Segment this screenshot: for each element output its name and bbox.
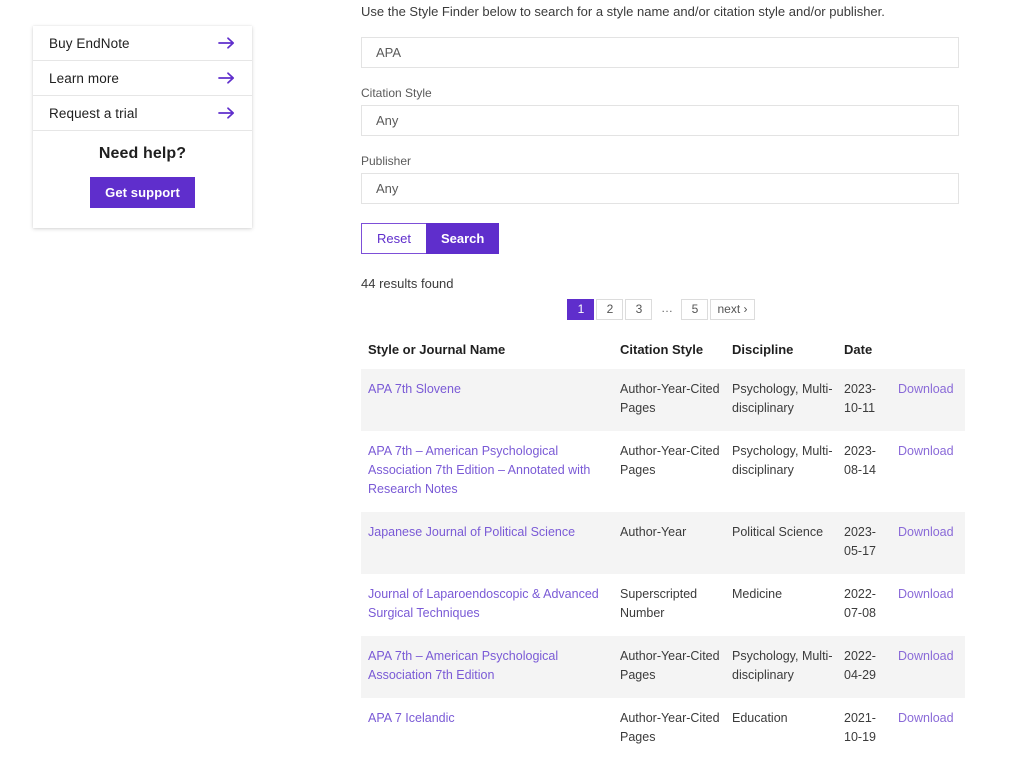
promo-link-label: Request a trial <box>49 106 138 121</box>
promo-link-label: Learn more <box>49 71 119 86</box>
cell-citation-style: Author-Year-Cited Pages <box>620 369 732 431</box>
cell-date: 2023-05-17 <box>844 512 898 574</box>
column-header-style-name: Style or Journal Name <box>361 342 620 369</box>
cell-discipline: Psychology, Multi-disciplinary <box>732 431 844 512</box>
column-header-citation-style: Citation Style <box>620 342 732 369</box>
cell-discipline: Psychology, Multi-disciplinary <box>732 369 844 431</box>
arrow-right-icon <box>218 36 236 50</box>
style-name-link[interactable]: Japanese Journal of Political Science <box>368 525 575 539</box>
publisher-field-block: Publisher <box>361 154 961 204</box>
cell-citation-style: Superscripted Number <box>620 574 732 636</box>
style-name-link[interactable]: APA 7th – American Psychological Associa… <box>368 444 590 496</box>
style-name-link[interactable]: APA 7 Icelandic <box>368 711 455 725</box>
page-next-button[interactable]: next › <box>710 299 754 320</box>
style-name-field-block <box>361 37 961 68</box>
table-row: Japanese Journal of Political Science Au… <box>361 512 965 574</box>
search-button[interactable]: Search <box>426 223 499 254</box>
need-help-section: Need help? Get support <box>33 131 252 228</box>
cell-date: 2021-10-19 <box>844 698 898 760</box>
cell-discipline: Education <box>732 698 844 760</box>
table-row: APA 7th Slovene Author-Year-Cited Pages … <box>361 369 965 431</box>
results-count: 44 results found <box>361 276 961 291</box>
page-ellipsis: … <box>654 299 679 318</box>
style-finder-panel: Use the Style Finder below to search for… <box>361 0 961 760</box>
style-finder-intro: Use the Style Finder below to search for… <box>361 0 961 21</box>
citation-style-label: Citation Style <box>361 86 961 100</box>
citation-style-field-block: Citation Style <box>361 86 961 136</box>
download-link[interactable]: Download <box>898 587 954 601</box>
download-link[interactable]: Download <box>898 649 954 663</box>
arrow-right-icon <box>218 106 236 120</box>
table-header-row: Style or Journal Name Citation Style Dis… <box>361 342 965 369</box>
page-item-1[interactable]: 1 <box>567 299 594 320</box>
table-row: APA 7th – American Psychological Associa… <box>361 431 965 512</box>
style-name-link[interactable]: APA 7th Slovene <box>368 382 461 396</box>
cell-date: 2023-10-11 <box>844 369 898 431</box>
form-actions: Reset Search <box>361 223 961 254</box>
promo-card: Buy EndNote Learn more Request a trial N… <box>33 26 252 228</box>
arrow-right-icon <box>218 71 236 85</box>
need-help-title: Need help? <box>33 145 252 163</box>
publisher-label: Publisher <box>361 154 961 168</box>
publisher-input[interactable] <box>361 173 959 204</box>
promo-link-learn-more[interactable]: Learn more <box>33 61 252 96</box>
page-item-3[interactable]: 3 <box>625 299 652 320</box>
style-name-link[interactable]: APA 7th – American Psychological Associa… <box>368 649 558 682</box>
cell-citation-style: Author-Year-Cited Pages <box>620 431 732 512</box>
promo-link-request-a-trial[interactable]: Request a trial <box>33 96 252 131</box>
page-item-2[interactable]: 2 <box>596 299 623 320</box>
table-row: Journal of Laparoendoscopic & Advanced S… <box>361 574 965 636</box>
download-link[interactable]: Download <box>898 525 954 539</box>
column-header-download <box>898 342 965 369</box>
promo-link-label: Buy EndNote <box>49 36 130 51</box>
download-link[interactable]: Download <box>898 382 954 396</box>
cell-discipline: Political Science <box>732 512 844 574</box>
style-name-link[interactable]: Journal of Laparoendoscopic & Advanced S… <box>368 587 599 620</box>
cell-date: 2022-07-08 <box>844 574 898 636</box>
cell-discipline: Medicine <box>732 574 844 636</box>
promo-link-buy-endnote[interactable]: Buy EndNote <box>33 26 252 61</box>
pagination: 1 2 3 … 5 next › <box>361 299 961 320</box>
table-row: APA 7 Icelandic Author-Year-Cited Pages … <box>361 698 965 760</box>
column-header-date: Date <box>844 342 898 369</box>
cell-citation-style: Author-Year <box>620 512 732 574</box>
page-item-5[interactable]: 5 <box>681 299 708 320</box>
download-link[interactable]: Download <box>898 444 954 458</box>
reset-button[interactable]: Reset <box>361 223 426 254</box>
column-header-discipline: Discipline <box>732 342 844 369</box>
citation-style-input[interactable] <box>361 105 959 136</box>
results-table: Style or Journal Name Citation Style Dis… <box>361 342 965 760</box>
cell-date: 2022-04-29 <box>844 636 898 698</box>
style-name-input[interactable] <box>361 37 959 68</box>
download-link[interactable]: Download <box>898 711 954 725</box>
cell-discipline: Psychology, Multi-disciplinary <box>732 636 844 698</box>
cell-citation-style: Author-Year-Cited Pages <box>620 636 732 698</box>
get-support-button[interactable]: Get support <box>90 177 195 208</box>
table-row: APA 7th – American Psychological Associa… <box>361 636 965 698</box>
cell-citation-style: Author-Year-Cited Pages <box>620 698 732 760</box>
cell-date: 2023-08-14 <box>844 431 898 512</box>
